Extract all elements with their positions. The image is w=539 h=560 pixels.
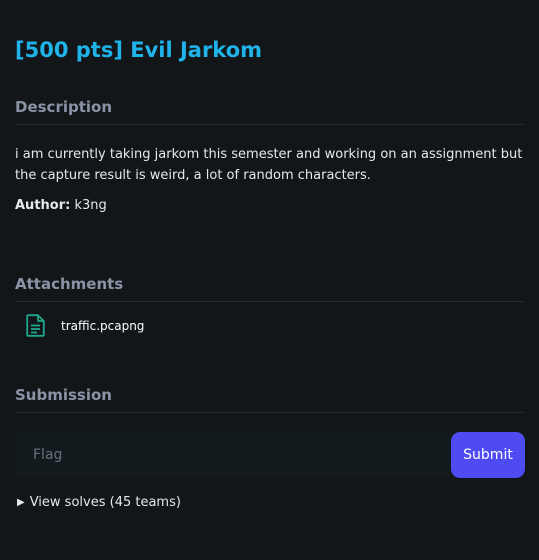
attachment-link[interactable]: traffic.pcapng bbox=[26, 314, 144, 337]
flag-input[interactable] bbox=[15, 432, 451, 477]
description-heading: Description bbox=[15, 98, 524, 125]
author-label: Author: bbox=[15, 198, 71, 213]
author-value: k3ng bbox=[74, 198, 107, 213]
attachments-heading: Attachments bbox=[15, 275, 524, 302]
submit-button[interactable]: Submit bbox=[451, 432, 525, 478]
file-document-icon bbox=[26, 314, 45, 337]
view-solves-label: View solves (45 teams) bbox=[29, 495, 181, 510]
view-solves-toggle[interactable]: ▶ View solves (45 teams) bbox=[17, 495, 181, 510]
attachment-filename: traffic.pcapng bbox=[61, 318, 145, 333]
disclosure-triangle-icon: ▶ bbox=[17, 497, 25, 508]
author-line: Author: k3ng bbox=[15, 196, 107, 216]
submission-heading: Submission bbox=[15, 386, 524, 413]
challenge-description: i am currently taking jarkom this semest… bbox=[15, 147, 523, 183]
challenge-title: [500 pts] Evil Jarkom bbox=[15, 38, 263, 62]
